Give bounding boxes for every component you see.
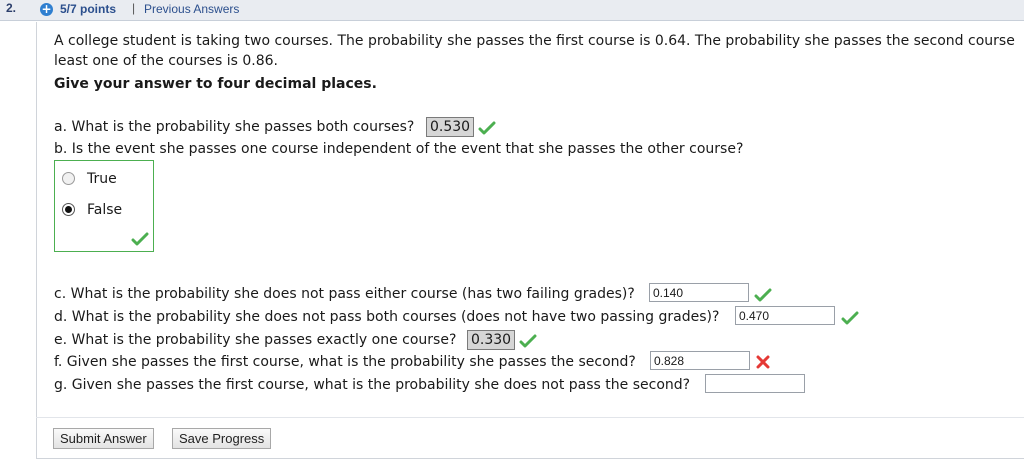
part-c-check-icon [754, 288, 772, 302]
part-f-text: f. Given she passes the first course, wh… [54, 354, 636, 370]
part-f-x-icon [756, 355, 770, 369]
part-c-input[interactable]: 0.140 [649, 283, 749, 302]
save-progress-button[interactable]: Save Progress [172, 428, 272, 449]
part-b-text: b. Is the event she passes one course in… [54, 141, 744, 157]
submit-answer-button[interactable]: Submit Answer [53, 428, 154, 449]
part-c-text: c. What is the probability she does not … [54, 286, 635, 302]
part-g-input[interactable] [705, 374, 805, 393]
question-header: 2. + 5/7 points | Previous Answers [0, 0, 1024, 21]
previous-answers-link[interactable]: Previous Answers [144, 2, 239, 16]
part-a-text: a. What is the probability she passes bo… [54, 119, 415, 135]
part-d-check-icon [841, 311, 859, 325]
points-score: 5/7 points [60, 2, 117, 16]
part-a-answer: 0.530 [426, 117, 475, 137]
part-e-answer: 0.330 [467, 330, 516, 350]
part-d-text: d. What is the probability she does not … [54, 309, 720, 325]
question-number: 2. [6, 1, 17, 15]
expand-plus-icon[interactable]: + [40, 3, 53, 16]
question-text-line2: least one of the courses is 0.86. [54, 53, 278, 69]
header-separator: | [132, 1, 136, 15]
option-true-label: True [87, 171, 117, 187]
radio-false[interactable] [62, 203, 75, 216]
buttons-divider [36, 417, 1024, 418]
question-text-line1: A college student is taking two courses.… [54, 33, 1015, 49]
radio-true[interactable] [62, 172, 75, 185]
part-g-text: g. Given she passes the first course, wh… [54, 377, 691, 393]
part-a-check-icon [478, 121, 496, 135]
part-e-check-icon [519, 334, 537, 348]
part-e-text: e. What is the probability she passes ex… [54, 332, 457, 348]
part-d-input[interactable]: 0.470 [735, 306, 835, 325]
question-instruction: Give your answer to four decimal places. [54, 76, 377, 92]
option-false-label: False [87, 202, 123, 218]
part-b-check-icon [131, 232, 149, 246]
part-f-input[interactable]: 0.828 [650, 351, 750, 370]
